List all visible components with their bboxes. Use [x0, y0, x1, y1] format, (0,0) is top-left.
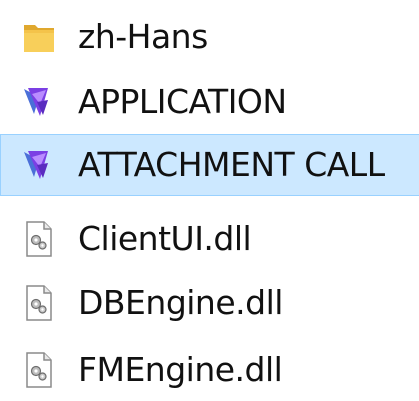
file-row-fmengine-dll[interactable]: FMEngine.dll — [0, 339, 419, 401]
file-name: APPLICATION — [78, 82, 287, 121]
folder-icon — [18, 17, 60, 57]
shortcut-app-icon — [18, 82, 60, 122]
file-row-zh-hans[interactable]: zh-Hans — [0, 6, 419, 68]
file-name: zh-Hans — [78, 17, 208, 56]
file-name: ClientUI.dll — [78, 219, 252, 258]
file-list: zh-Hans APPLICATION ATTACHMENT CALL Clie… — [0, 0, 419, 401]
file-name: FMEngine.dll — [78, 350, 283, 389]
file-row-clientui-dll[interactable]: ClientUI.dll — [0, 208, 419, 270]
dll-file-icon — [18, 350, 60, 390]
file-row-dbengine-dll[interactable]: DBEngine.dll — [0, 272, 419, 334]
file-name: DBEngine.dll — [78, 283, 283, 322]
dll-file-icon — [18, 219, 60, 259]
shortcut-app-icon — [18, 145, 60, 185]
dll-file-icon — [18, 283, 60, 323]
file-row-application[interactable]: APPLICATION — [0, 71, 419, 133]
file-name: ATTACHMENT CALL — [78, 145, 385, 184]
file-row-attachment-call[interactable]: ATTACHMENT CALL — [0, 134, 419, 196]
